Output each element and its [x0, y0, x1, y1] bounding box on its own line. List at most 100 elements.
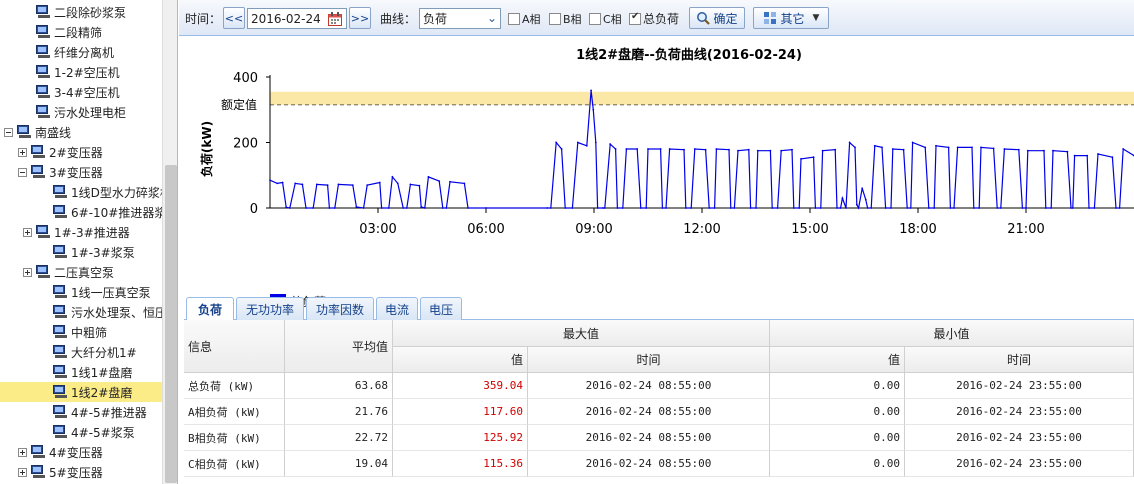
- expand-icon[interactable]: [23, 267, 32, 277]
- series-point: [729, 207, 732, 209]
- device-icon: [30, 145, 46, 159]
- tree-item[interactable]: 3-4#空压机: [0, 82, 162, 102]
- cell-min-time: 2016-02-24 23:55:00: [905, 425, 1134, 451]
- tree-scrollbar-thumb[interactable]: [165, 165, 177, 483]
- device-icon: [52, 205, 68, 219]
- confirm-button[interactable]: 确定: [689, 7, 745, 29]
- series-point: [972, 207, 975, 209]
- tree-item[interactable]: 3#变压器: [0, 162, 162, 182]
- series-point: [902, 148, 905, 151]
- series-point: [1025, 207, 1027, 209]
- header-info[interactable]: 信息: [184, 320, 285, 373]
- tree-item-label: 污水处理电柜: [54, 105, 127, 120]
- tree-item[interactable]: 4#变压器: [0, 442, 162, 462]
- series-point: [269, 179, 271, 182]
- phase-a-checkbox-box[interactable]: [508, 12, 520, 25]
- phase-b-checkbox-box[interactable]: [549, 12, 561, 25]
- other-menu-button[interactable]: 其它 ▼: [753, 7, 829, 29]
- series-point: [609, 143, 612, 145]
- tree-item[interactable]: 5#变压器: [0, 462, 162, 482]
- tree-item[interactable]: 1#-3#推进器: [0, 222, 162, 242]
- series-point: [836, 207, 838, 209]
- prev-day-button[interactable]: <<: [223, 7, 245, 29]
- tree-item-label: 1-2#空压机: [54, 65, 120, 80]
- tree-item[interactable]: 4#-5#浆泵: [0, 422, 162, 442]
- header-min-time[interactable]: 时间: [905, 347, 1134, 373]
- series-point: [1026, 149, 1029, 152]
- series-point: [285, 206, 288, 209]
- tab-power-factor[interactable]: 功率因数: [306, 297, 374, 320]
- tree-item[interactable]: 4#-5#推进器: [0, 402, 162, 422]
- series-point: [924, 146, 927, 149]
- tab-voltage[interactable]: 电压: [420, 297, 462, 320]
- tree-item[interactable]: 污水处理电柜: [0, 102, 162, 122]
- x-tick-label: 18:00: [899, 222, 936, 237]
- tree-item[interactable]: 中粗筛: [0, 322, 162, 342]
- confirm-label: 确定: [713, 11, 738, 26]
- tree-item[interactable]: 大纤分机1#: [0, 342, 162, 362]
- device-icon: [52, 365, 68, 379]
- series-point: [355, 206, 358, 208]
- tree-item-label: 二段除砂浆泵: [54, 5, 127, 20]
- date-input[interactable]: 2016-02-24: [247, 8, 347, 29]
- tree-item[interactable]: 二段除砂浆泵: [0, 2, 162, 22]
- tree-item[interactable]: 污水处理泵、恒压: [0, 302, 167, 322]
- header-max-time[interactable]: 时间: [528, 347, 770, 373]
- tree-item[interactable]: 二压真空泵: [0, 262, 162, 282]
- expand-icon[interactable]: [18, 147, 27, 157]
- tree-item[interactable]: 1线D型水力碎浆机: [0, 182, 172, 202]
- load-chart: 0 200 400 03:00 06:00 09:00 12:00 15:00 18:00 21:…: [179, 37, 1134, 310]
- checkbox-total-load[interactable]: 总负荷: [629, 8, 679, 29]
- calendar-icon[interactable]: [328, 12, 342, 26]
- next-day-button[interactable]: >>: [349, 7, 371, 29]
- x-tick-label: 09:00: [575, 222, 612, 237]
- collapse-icon[interactable]: [4, 127, 13, 137]
- tree-item[interactable]: 2#变压器: [0, 142, 162, 162]
- tree-item[interactable]: 南盛线: [0, 122, 162, 142]
- header-max-value[interactable]: 值: [393, 347, 528, 373]
- tree-item[interactable]: 6#-10#推进器浆泵: [0, 202, 177, 222]
- tab-current[interactable]: 电流: [376, 297, 418, 320]
- total-load-checkbox-box[interactable]: [629, 11, 641, 25]
- tree-item-label: 5#变压器: [49, 465, 103, 480]
- tree-item[interactable]: 1线一压真空泵: [0, 282, 162, 302]
- tab-reactive-power[interactable]: 无功功率: [236, 297, 304, 320]
- checkbox-phase-a[interactable]: A相: [508, 8, 541, 29]
- series-point: [1052, 149, 1054, 152]
- series-point: [953, 207, 955, 209]
- series-point: [445, 207, 448, 209]
- cell-max-time: 2016-02-24 08:55:00: [528, 451, 770, 477]
- phase-c-checkbox-box[interactable]: [589, 12, 601, 25]
- chevron-down-icon[interactable]: ⌄: [487, 11, 497, 25]
- header-min-value[interactable]: 值: [770, 347, 905, 373]
- tree-item[interactable]: 二段精筛: [0, 22, 162, 42]
- series-point: [728, 148, 730, 151]
- tree-item[interactable]: 1-2#空压机: [0, 62, 162, 82]
- device-tree: 二段除砂浆泵二段精筛 纤维分离机 1-2#空压机 3-4#空压机污水处理电柜南盛线 2#…: [0, 0, 178, 484]
- checkbox-phase-c[interactable]: C相: [589, 8, 622, 29]
- curve-select[interactable]: 负荷 ⌄: [419, 8, 501, 29]
- series-point: [890, 207, 892, 209]
- metric-tabs: 负荷 无功功率 功率因数 电流 电压: [184, 296, 1134, 321]
- tree-item[interactable]: 1#-3#浆泵: [0, 242, 162, 262]
- device-icon: [52, 285, 68, 299]
- x-tick-label: 15:00: [791, 222, 828, 237]
- collapse-icon[interactable]: [18, 167, 27, 177]
- header-avg[interactable]: 平均值: [285, 320, 393, 373]
- tree-item[interactable]: 1线1#盘磨: [0, 362, 162, 382]
- expand-icon[interactable]: [18, 447, 27, 457]
- tab-load[interactable]: 负荷: [186, 297, 234, 321]
- tree-item[interactable]: 纤维分离机: [0, 42, 162, 62]
- tree-item-label: 4#-5#浆泵: [71, 425, 135, 440]
- expand-icon[interactable]: [23, 227, 32, 237]
- series-point: [276, 182, 279, 185]
- device-icon: [30, 445, 46, 459]
- tree-scrollbar[interactable]: [162, 0, 177, 484]
- tree-item[interactable]: 1线2#盘磨: [0, 382, 162, 402]
- tab-power-factor-label: 功率因数: [315, 302, 364, 317]
- series-point: [576, 141, 579, 144]
- series-point: [328, 207, 331, 209]
- series-point: [337, 183, 340, 186]
- checkbox-phase-b[interactable]: B相: [549, 8, 582, 29]
- expand-icon[interactable]: [18, 467, 27, 477]
